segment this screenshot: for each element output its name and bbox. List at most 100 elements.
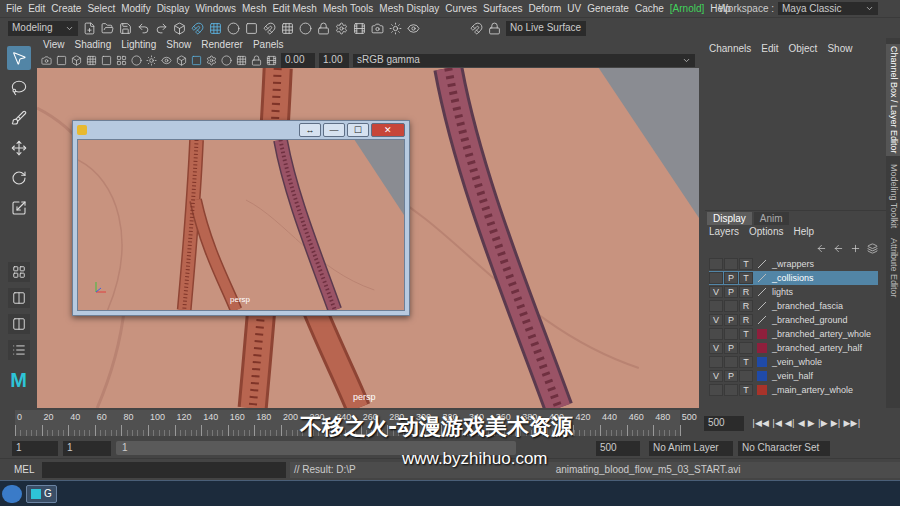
playback-toggle[interactable] xyxy=(724,328,738,340)
toolbar-icon[interactable] xyxy=(317,22,330,35)
toolbar-icon[interactable] xyxy=(227,22,240,35)
tool-button[interactable] xyxy=(7,196,31,220)
menu-item[interactable]: UV xyxy=(567,4,581,14)
workspace-dropdown[interactable]: Maya Classic xyxy=(778,2,878,15)
layout-button[interactable] xyxy=(8,262,30,282)
panel-menu-item[interactable]: Lighting xyxy=(121,40,156,50)
visibility-toggle[interactable] xyxy=(709,258,723,270)
panel-tool-icon[interactable] xyxy=(191,55,202,66)
layer-no-color-icon[interactable] xyxy=(757,287,767,297)
menu-item[interactable]: Select xyxy=(87,4,115,14)
layer-action-icon[interactable] xyxy=(816,243,827,254)
display-type-toggle[interactable]: R xyxy=(739,300,753,312)
move-tool-icon[interactable] xyxy=(11,140,27,156)
display-type-toggle[interactable]: T xyxy=(739,356,753,368)
menu-item[interactable]: Curves xyxy=(445,4,477,14)
panel-tool-icon[interactable] xyxy=(56,55,67,66)
layer-no-color-icon[interactable] xyxy=(757,301,767,311)
display-type-toggle[interactable] xyxy=(739,370,753,382)
playback-button[interactable]: ▶| xyxy=(831,419,841,428)
panel-tool-icon[interactable] xyxy=(176,55,187,66)
display-type-toggle[interactable]: T xyxy=(739,328,753,340)
toolbar-icon[interactable] xyxy=(263,22,276,35)
toolbar-icon[interactable] xyxy=(353,22,366,35)
scale-tool-icon[interactable] xyxy=(11,200,27,216)
anim-start-field[interactable]: 1 xyxy=(63,441,111,456)
character-set-dropdown[interactable]: No Character Set xyxy=(738,441,830,456)
layout-icon[interactable] xyxy=(12,343,26,357)
layer-no-color-icon[interactable] xyxy=(757,315,767,325)
layout-button[interactable] xyxy=(8,288,30,308)
start-button[interactable] xyxy=(2,485,22,503)
playback-toggle[interactable]: P xyxy=(724,314,738,326)
toolbar-icon[interactable] xyxy=(155,22,168,35)
toolbar-icon[interactable] xyxy=(191,22,204,35)
layout-icon[interactable] xyxy=(12,317,26,331)
panel-tool-icon[interactable] xyxy=(206,55,217,66)
layer-color-swatch[interactable] xyxy=(757,357,767,367)
toolbar-icon[interactable] xyxy=(83,22,96,35)
display-type-toggle[interactable]: R xyxy=(739,314,753,326)
menu-item[interactable]: Mesh Display xyxy=(379,4,439,14)
color-space-dropdown[interactable]: sRGB gamma xyxy=(353,54,695,67)
visibility-toggle[interactable] xyxy=(709,356,723,368)
script-language[interactable]: MEL xyxy=(0,465,42,475)
visibility-toggle[interactable] xyxy=(709,300,723,312)
panel-tool-icon[interactable] xyxy=(251,55,262,66)
visibility-toggle[interactable] xyxy=(709,272,723,284)
playback-toggle[interactable]: P xyxy=(724,272,738,284)
tool-button[interactable] xyxy=(7,106,31,130)
menu-item[interactable]: Create xyxy=(51,4,81,14)
toolbar-icon[interactable] xyxy=(209,22,222,35)
channel-menu-item[interactable]: Object xyxy=(789,44,818,54)
layout-button[interactable] xyxy=(8,314,30,334)
side-tab[interactable]: Channel Box / Layer Editor xyxy=(886,44,900,156)
viewport[interactable]: persp↔—☐✕persp xyxy=(37,68,699,408)
menu-item[interactable]: [Arnold] xyxy=(670,4,704,14)
snap-icon[interactable] xyxy=(470,22,483,35)
layer-row[interactable]: VP_vein_half xyxy=(709,369,878,383)
panel-tool-icon[interactable] xyxy=(86,55,97,66)
menu-item[interactable]: Deform xyxy=(529,4,562,14)
panel-tool-icon[interactable] xyxy=(146,55,157,66)
menu-item[interactable]: File xyxy=(6,4,22,14)
panel-tool-icon[interactable] xyxy=(266,55,277,66)
layer-color-swatch[interactable] xyxy=(757,329,767,339)
layout-icon[interactable] xyxy=(12,291,26,305)
layer-action-icon[interactable] xyxy=(850,243,861,254)
taskbar-app[interactable]: G xyxy=(26,485,57,503)
menu-item[interactable]: Edit Mesh xyxy=(272,4,316,14)
toolbar-icon[interactable] xyxy=(101,22,114,35)
layer-color-swatch[interactable] xyxy=(757,343,767,353)
playback-toggle[interactable]: P xyxy=(724,342,738,354)
playback-button[interactable]: ▶▶| xyxy=(844,419,861,428)
panel-tool-icon[interactable] xyxy=(101,55,112,66)
layer-action-icon[interactable] xyxy=(833,243,844,254)
display-type-toggle[interactable]: R xyxy=(739,286,753,298)
playback-toggle[interactable] xyxy=(724,384,738,396)
panel-menu-item[interactable]: Show xyxy=(166,40,191,50)
playback-button[interactable]: ▶ xyxy=(808,419,815,428)
layer-row[interactable]: VPRlights xyxy=(709,285,878,299)
panel-tool-icon[interactable] xyxy=(221,55,232,66)
toolbar-icon[interactable] xyxy=(407,22,420,35)
layout-icon[interactable] xyxy=(12,265,26,279)
playback-button[interactable]: ◀ xyxy=(798,419,805,428)
window-title-bar[interactable]: ↔—☐✕ xyxy=(73,121,409,139)
playback-button[interactable]: ◀| xyxy=(785,419,795,428)
layer-row[interactable]: T_main_artery_whole xyxy=(709,383,878,397)
command-input[interactable] xyxy=(42,462,286,478)
tool-button[interactable] xyxy=(7,166,31,190)
window-button[interactable]: ☐ xyxy=(347,123,369,137)
snap-icon[interactable] xyxy=(488,22,501,35)
layer-action-icon[interactable] xyxy=(867,243,878,254)
layer-tab[interactable]: Anim xyxy=(754,212,789,225)
select-tool-icon[interactable] xyxy=(11,50,27,66)
layer-row[interactable]: T_vein_whole xyxy=(709,355,878,369)
display-type-toggle[interactable]: T xyxy=(739,258,753,270)
layer-menu-item[interactable]: Layers xyxy=(709,227,739,237)
toolbar-icon[interactable] xyxy=(245,22,258,35)
display-type-toggle[interactable]: T xyxy=(739,384,753,396)
exposure-field[interactable]: 0.00 xyxy=(281,53,315,68)
playback-toggle[interactable] xyxy=(724,258,738,270)
